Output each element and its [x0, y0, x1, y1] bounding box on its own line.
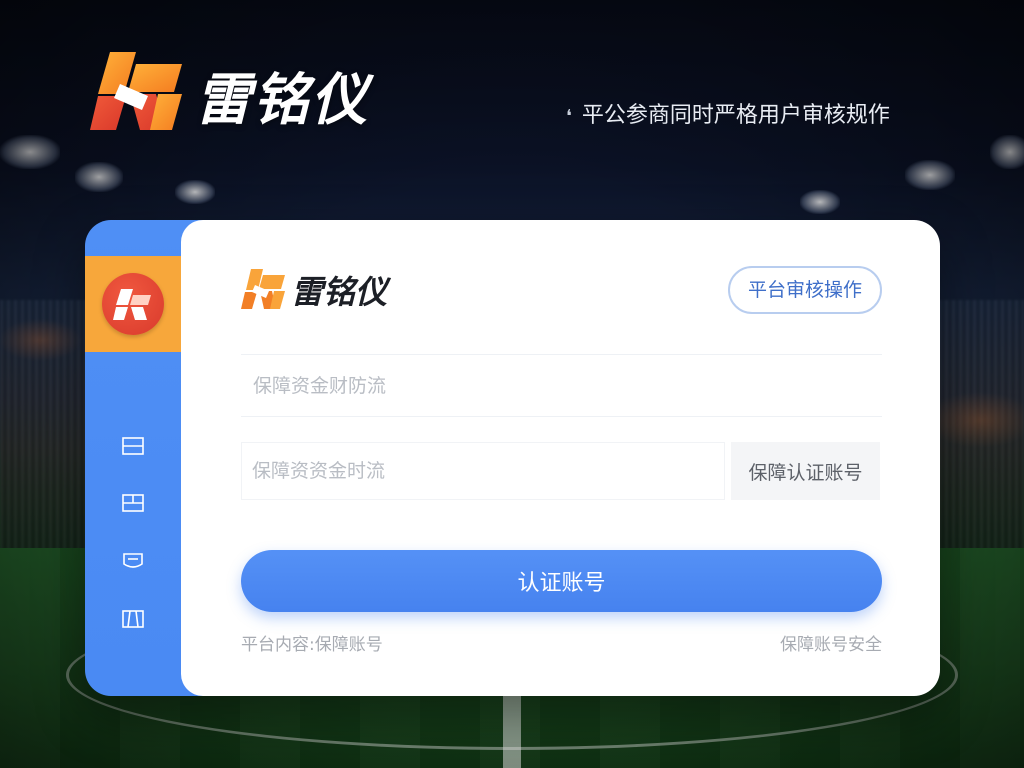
submit-verification-button[interactable]: 认证账号	[241, 550, 882, 612]
card-brand-name: 雷铭仪	[291, 273, 388, 311]
frame-icon[interactable]	[121, 608, 145, 630]
platform-audit-button[interactable]: 平台审核操作	[727, 266, 882, 314]
panel-icon[interactable]	[121, 435, 145, 457]
card-main-panel: 雷铭仪 平台审核操作 保障认证账号 认证账号 平台内容:保障账号 保障账号安全	[181, 220, 940, 696]
header-brand-name: 雷铭仪	[195, 68, 369, 133]
fund-flow-input[interactable]	[241, 442, 725, 500]
brand-logo-icon	[90, 52, 182, 130]
tagline-text: 平公参商同时严格用户审核规作	[581, 103, 890, 128]
card-brand-logo-icon	[241, 269, 285, 309]
footer-account-security-link[interactable]: 保障账号安全	[780, 630, 882, 655]
auth-card: 雷铭仪 平台审核操作 保障认证账号 认证账号 平台内容:保障账号 保障账号安全	[85, 220, 940, 696]
fund-safety-input[interactable]	[241, 358, 882, 414]
footer-platform-note: 平台内容:保障账号	[241, 635, 383, 655]
header-tagline: ❛ 平公参商同时严格用户审核规作	[566, 97, 890, 129]
verify-account-button[interactable]: 保障认证账号	[731, 442, 880, 500]
divider-top	[241, 354, 882, 355]
quote-icon: ❛	[566, 106, 572, 127]
sidebar-logo-icon	[102, 273, 164, 335]
sidebar-logo-tile	[85, 256, 181, 352]
stadium-background: 雷铭仪 ❛ 平公参商同时严格用户审核规作 雷铭仪 平台审核操作 保障资金财防流 …	[0, 0, 1024, 768]
tray-icon[interactable]	[121, 550, 145, 572]
divider-mid	[241, 416, 882, 417]
window-icon[interactable]	[121, 492, 145, 514]
